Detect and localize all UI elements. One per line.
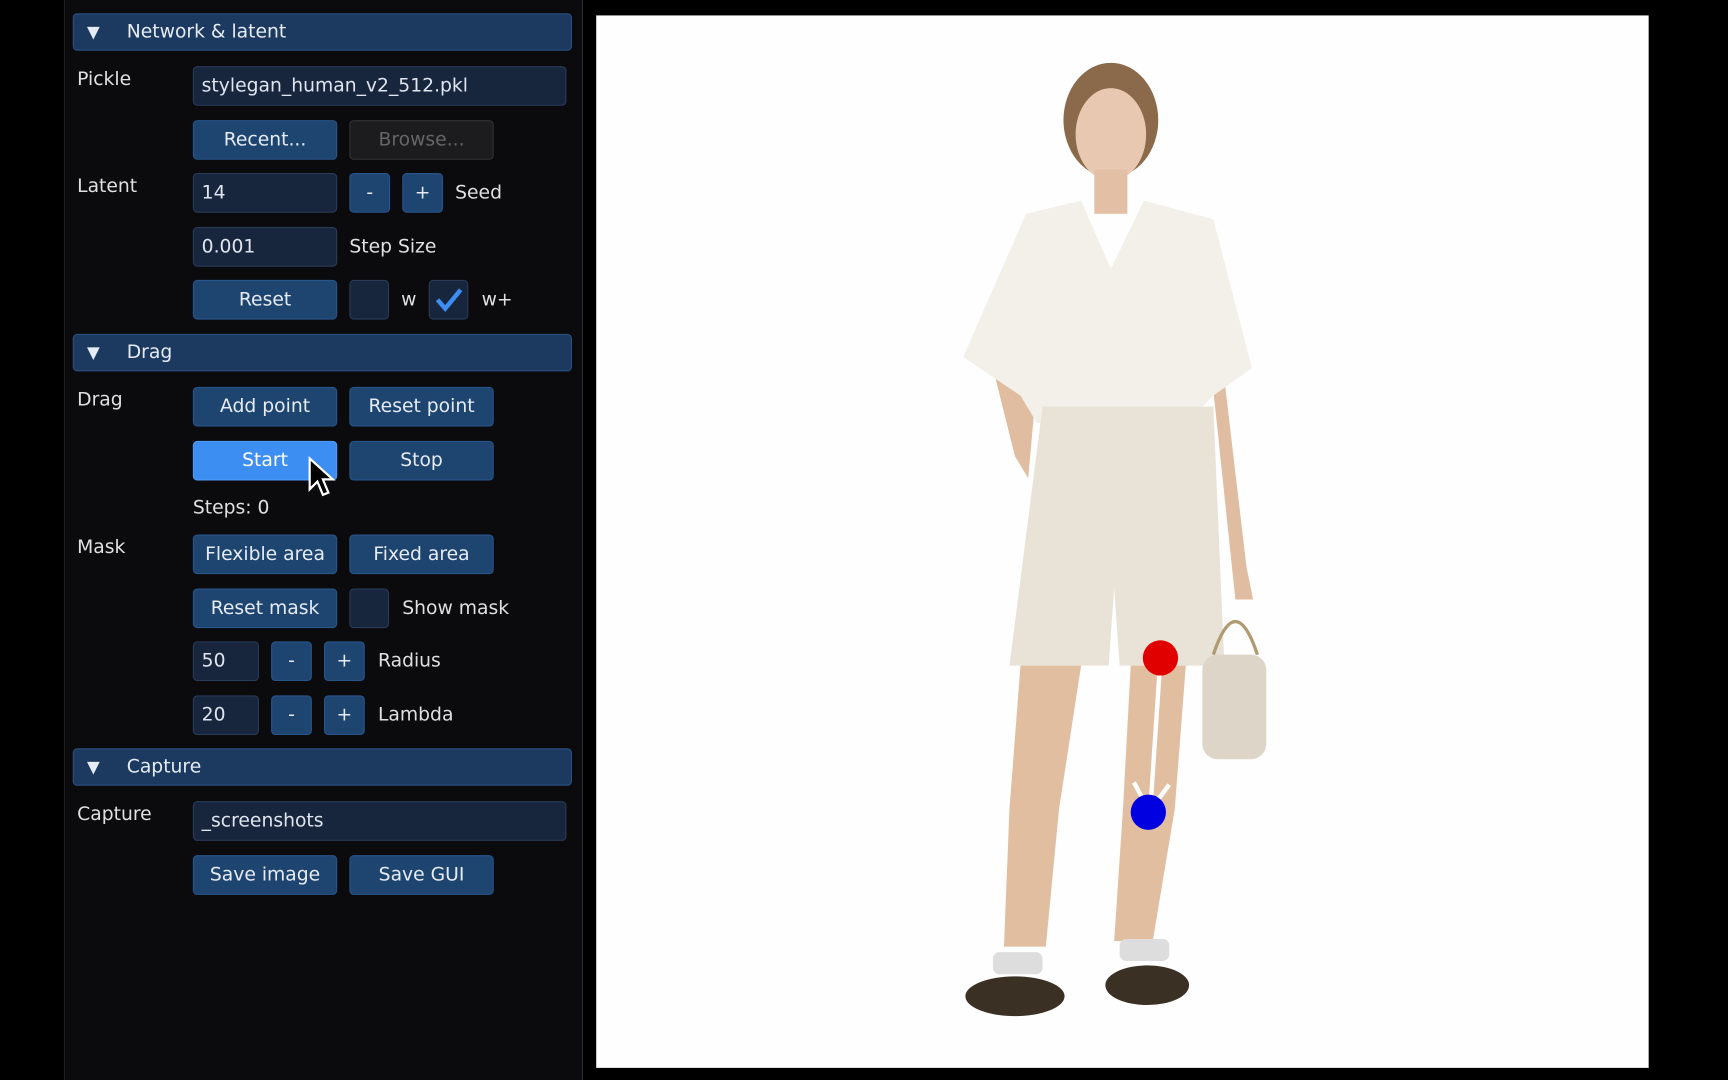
save-gui-button[interactable]: Save GUI	[349, 855, 494, 895]
step-size-input[interactable]: 0.001	[192, 227, 338, 267]
radius-minus-button[interactable]: -	[271, 641, 312, 682]
seed-label: Seed	[455, 181, 502, 204]
collapse-triangle-icon: ▼	[87, 757, 100, 777]
lambda-plus-button[interactable]: +	[323, 695, 365, 736]
seed-input[interactable]: 14	[192, 173, 338, 213]
section-header-capture[interactable]: ▼ Capture	[72, 748, 572, 786]
reset-mask-button[interactable]: Reset mask	[192, 588, 338, 629]
flexible-area-button[interactable]: Flexible area	[192, 534, 338, 575]
w-label: w	[401, 288, 417, 311]
fixed-area-button[interactable]: Fixed area	[349, 534, 494, 575]
app: ▼ Network & latent Pickle stylegan_human_…	[0, 0, 1728, 1080]
target-point[interactable]	[1130, 794, 1166, 830]
generated-person-image[interactable]	[596, 15, 1648, 1067]
seed-minus-button[interactable]: -	[349, 173, 391, 213]
browse-button[interactable]: Browse...	[349, 120, 494, 160]
wplus-label: w+	[481, 288, 513, 311]
latent-label: Latent	[77, 175, 138, 198]
lambda-minus-button[interactable]: -	[271, 695, 312, 736]
save-image-button[interactable]: Save image	[192, 855, 338, 895]
radius-input[interactable]: 50	[192, 641, 259, 682]
stop-button[interactable]: Stop	[349, 440, 494, 481]
radius-plus-button[interactable]: +	[323, 641, 365, 682]
lambda-input[interactable]: 20	[192, 695, 259, 736]
steps-counter: Steps: 0	[192, 497, 270, 520]
lambda-label: Lambda	[377, 704, 454, 727]
show-mask-checkbox[interactable]	[349, 588, 390, 629]
section-header-drag[interactable]: ▼ Drag	[72, 333, 572, 372]
pickle-label: Pickle	[77, 68, 132, 91]
handle-point[interactable]	[1142, 640, 1179, 676]
seed-plus-button[interactable]: +	[402, 173, 444, 213]
capture-path-input[interactable]: _screenshots	[192, 801, 567, 841]
checkmark-icon	[435, 288, 463, 312]
reset-button[interactable]: Reset	[192, 279, 338, 320]
image-canvas[interactable]	[596, 15, 1649, 1068]
section-header-network[interactable]: ▼ Network & latent	[72, 13, 572, 51]
collapse-triangle-icon: ▼	[87, 342, 100, 363]
drag-label: Drag	[77, 389, 123, 412]
show-mask-label: Show mask	[402, 597, 510, 620]
wplus-checkbox[interactable]	[428, 279, 469, 320]
reset-point-button[interactable]: Reset point	[349, 386, 494, 427]
capture-label: Capture	[77, 803, 152, 826]
add-point-button[interactable]: Add point	[192, 386, 338, 427]
recent-button[interactable]: Recent...	[192, 120, 338, 160]
radius-label: Radius	[377, 650, 441, 673]
mask-label: Mask	[77, 536, 126, 559]
w-checkbox[interactable]	[349, 279, 390, 320]
pickle-input[interactable]: stylegan_human_v2_512.pkl	[192, 66, 567, 106]
control-panel: ▼ Network & latent Pickle stylegan_human_…	[63, 0, 583, 1080]
mouse-cursor-icon	[308, 456, 336, 497]
collapse-triangle-icon: ▼	[87, 22, 100, 42]
step-size-label: Step Size	[349, 235, 437, 258]
